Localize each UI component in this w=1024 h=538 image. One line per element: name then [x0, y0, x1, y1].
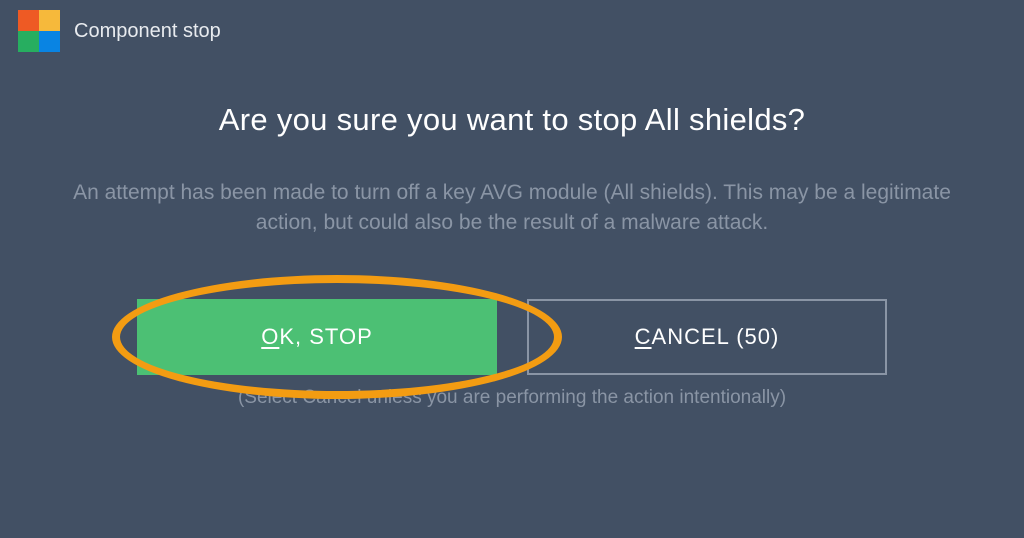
cancel-button[interactable]: CANCEL (50)	[527, 299, 887, 375]
dialog-heading: Are you sure you want to stop All shield…	[40, 102, 984, 138]
dialog-footnote: (Select Cancel unless you are performing…	[40, 387, 984, 409]
title-bar: Component stop	[0, 0, 1024, 62]
ok-mnemonic: O	[261, 324, 279, 349]
window-title: Component stop	[74, 20, 221, 43]
cancel-label-rest: ANCEL (50)	[652, 324, 780, 349]
ok-label-rest: K, STOP	[279, 324, 372, 349]
dialog-content: Are you sure you want to stop All shield…	[0, 62, 1024, 409]
button-row: OK, STOP CANCEL (50)	[40, 299, 984, 375]
ok-stop-button[interactable]: OK, STOP	[137, 299, 497, 375]
dialog-body: An attempt has been made to turn off a k…	[47, 178, 977, 239]
cancel-mnemonic: C	[635, 324, 652, 349]
avg-logo-icon	[18, 10, 60, 52]
